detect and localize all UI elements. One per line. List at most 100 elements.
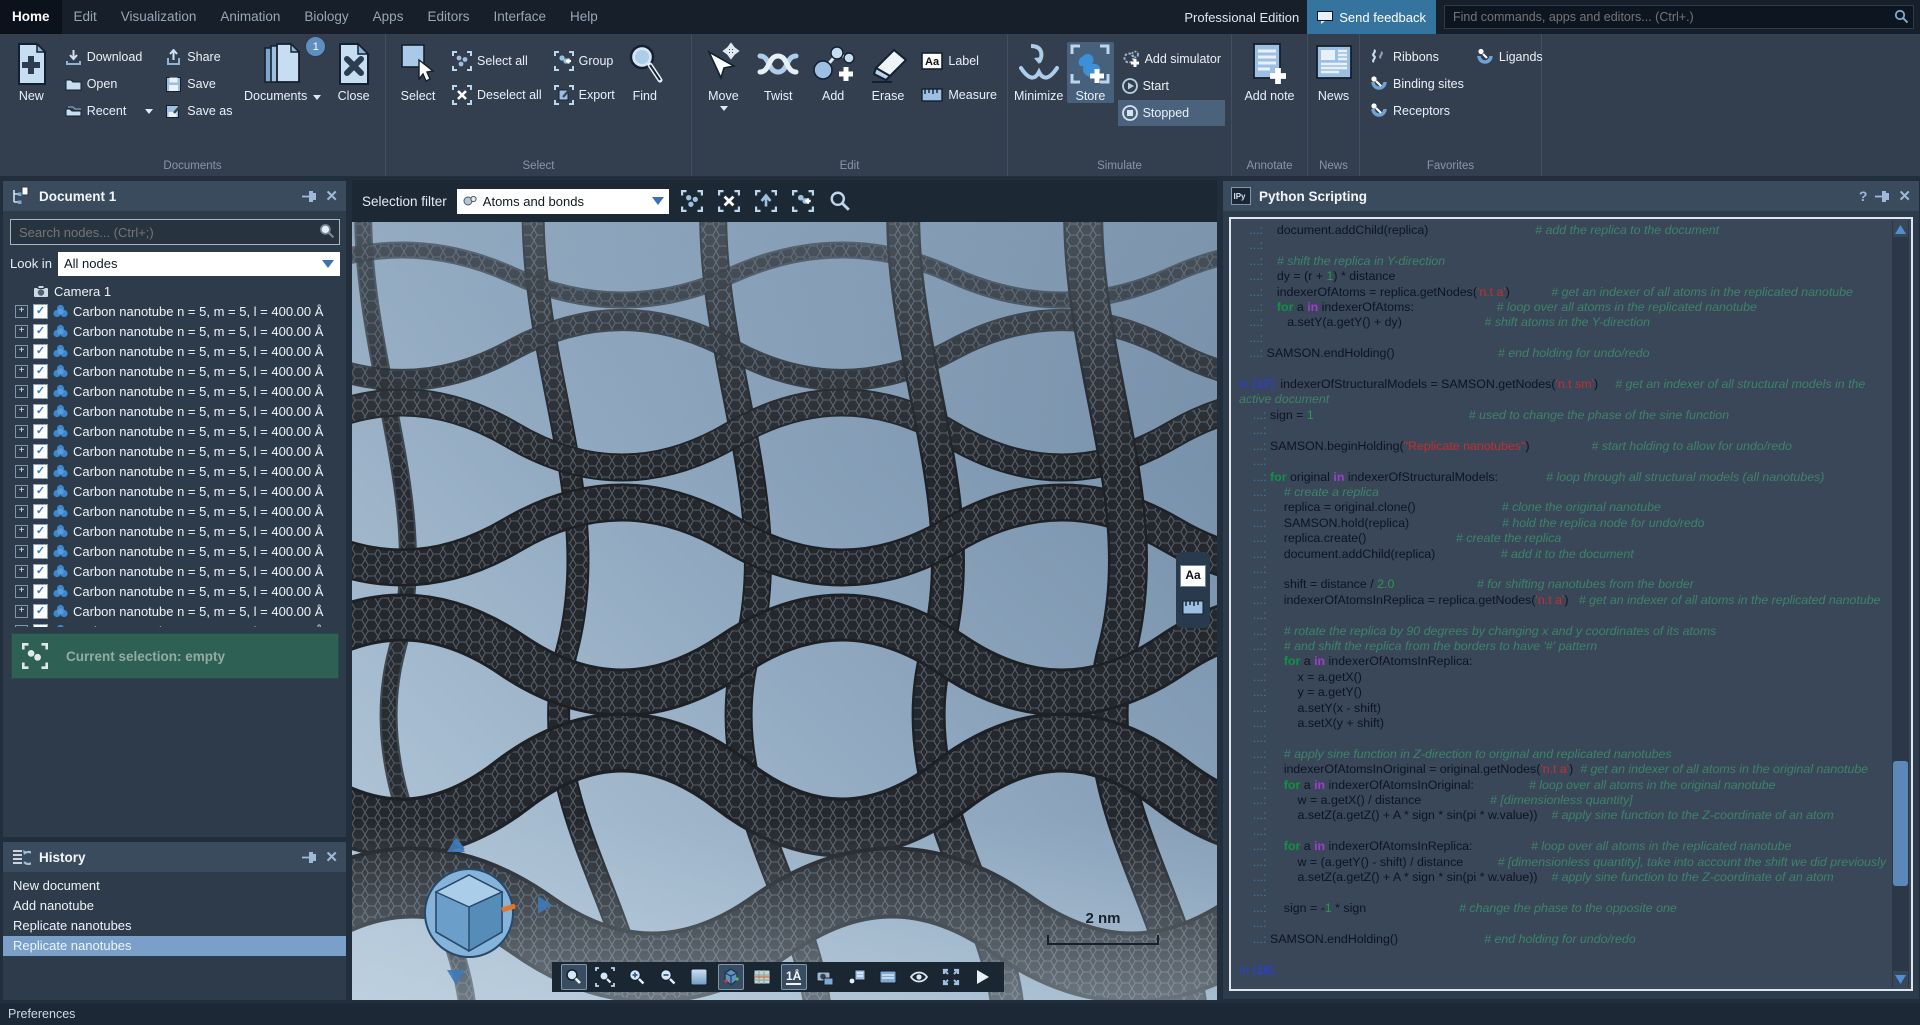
- view-cube-button[interactable]: [718, 964, 744, 990]
- tree-row-nanotube[interactable]: +✓Carbon nanotube n = 5, m = 5, l = 400.…: [3, 321, 346, 341]
- tree-row-nanotube[interactable]: +✓Carbon nanotube n = 5, m = 5, l = 400.…: [3, 601, 346, 621]
- group-button[interactable]: Group: [550, 48, 619, 74]
- expander-icon[interactable]: +: [15, 545, 28, 558]
- tree-row-nanotube[interactable]: +✓Carbon nanotube n = 5, m = 5, l = 400.…: [3, 541, 346, 561]
- scroll-down-button[interactable]: [1893, 971, 1908, 987]
- history-item[interactable]: Replicate nanotubes: [3, 936, 346, 956]
- measure-button[interactable]: Measure: [917, 82, 1001, 108]
- visibility-checkbox[interactable]: ✓: [33, 424, 48, 439]
- expander-icon[interactable]: +: [15, 305, 28, 318]
- visibility-checkbox[interactable]: ✓: [33, 544, 48, 559]
- visibility-checkbox[interactable]: ✓: [33, 404, 48, 419]
- expander-icon[interactable]: +: [15, 505, 28, 518]
- expander-icon[interactable]: +: [15, 465, 28, 478]
- recent-dropdown-caret[interactable]: [145, 109, 153, 114]
- menu-tab-animation[interactable]: Animation: [208, 0, 292, 34]
- tree-row-nanotube[interactable]: +✓Carbon nanotube n = 5, m = 5, l = 400.…: [3, 301, 346, 321]
- play-button[interactable]: [969, 964, 995, 990]
- export-button[interactable]: Export: [550, 82, 619, 108]
- tree-row-nanotube[interactable]: +✓Carbon nanotube n = 5, m = 5, l = 400.…: [3, 361, 346, 381]
- viewport-3d[interactable]: Selection filter Atoms and bonds: [352, 180, 1217, 1000]
- visibility-checkbox[interactable]: ✓: [33, 324, 48, 339]
- expander-icon[interactable]: +: [15, 445, 28, 458]
- share-button[interactable]: Share: [161, 44, 236, 70]
- tree-row-nanotube[interactable]: +✓Carbon nanotube n = 5, m = 5, l = 400.…: [3, 521, 346, 541]
- add-note-button[interactable]: Add note: [1239, 42, 1301, 103]
- viewport-group-button[interactable]: [790, 188, 817, 215]
- menu-tab-help[interactable]: Help: [558, 0, 610, 34]
- background-button[interactable]: [686, 964, 712, 990]
- python-code[interactable]: ...: document.addChild(replica) # add th…: [1239, 223, 1889, 985]
- expander-icon[interactable]: +: [15, 605, 28, 618]
- expander-icon[interactable]: +: [15, 405, 28, 418]
- python-scrollbar[interactable]: [1892, 221, 1909, 987]
- history-panel-header[interactable]: History ✕: [3, 842, 346, 872]
- command-search-input[interactable]: [1444, 5, 1914, 29]
- history-item[interactable]: Add nanotube: [3, 896, 346, 916]
- send-feedback-button[interactable]: Send feedback: [1307, 0, 1436, 34]
- zoom-in-button[interactable]: [624, 964, 650, 990]
- erase-button[interactable]: Erase: [863, 42, 914, 103]
- zoom-fit-button[interactable]: [561, 964, 587, 990]
- node-search-input[interactable]: [10, 219, 340, 245]
- visibility-checkbox[interactable]: ✓: [33, 444, 48, 459]
- tree-row-nanotube[interactable]: +✓Carbon nanotube n = 5, m = 5, l = 400.…: [3, 341, 346, 361]
- viewport-measure-button[interactable]: [1182, 599, 1204, 615]
- tree-row-camera[interactable]: Camera 1: [3, 281, 346, 301]
- visibility-checkbox[interactable]: ✓: [33, 304, 48, 319]
- expander-icon[interactable]: +: [15, 625, 28, 628]
- tree-row-nanotube[interactable]: +✓Carbon nanotube n = 5, m = 5, l = 400.…: [3, 401, 346, 421]
- expander-icon[interactable]: +: [15, 425, 28, 438]
- save-button[interactable]: Save: [161, 71, 236, 97]
- menu-tab-apps[interactable]: Apps: [361, 0, 416, 34]
- store-button[interactable]: Store: [1067, 42, 1113, 103]
- expander-icon[interactable]: +: [15, 565, 28, 578]
- find-button[interactable]: Find: [623, 42, 667, 103]
- python-pin-icon[interactable]: [1875, 190, 1890, 203]
- python-close-icon[interactable]: ✕: [1898, 187, 1911, 205]
- python-panel-header[interactable]: IPy Python Scripting ? ✕: [1223, 181, 1919, 211]
- zoom-selection-button[interactable]: [592, 964, 618, 990]
- viewport-find-button[interactable]: [827, 188, 854, 215]
- select-all-button[interactable]: Select all: [448, 48, 546, 74]
- history-close-icon[interactable]: ✕: [325, 848, 338, 866]
- grid-button[interactable]: [749, 964, 775, 990]
- tree-row-nanotube[interactable]: +✓Carbon nanotube n = 5, m = 5, l = 400.…: [3, 501, 346, 521]
- receptors-button[interactable]: Receptors: [1366, 98, 1468, 124]
- new-button[interactable]: New: [6, 42, 57, 103]
- visibility-checkbox[interactable]: ✓: [33, 524, 48, 539]
- tree-row-nanotube[interactable]: +✓Carbon nanotube n = 5, m = 5, l = 400.…: [3, 461, 346, 481]
- history-item[interactable]: Replicate nanotubes: [3, 916, 346, 936]
- viewport-deselect-button[interactable]: [716, 188, 743, 215]
- snapshot-button[interactable]: [812, 964, 838, 990]
- pin-icon[interactable]: [302, 190, 317, 203]
- tree-row-nanotube[interactable]: +✓Carbon nanotube n = 5, m = 5, l = 400.…: [3, 561, 346, 581]
- save-as-button[interactable]: Save as: [161, 98, 236, 124]
- scrollbar-thumb[interactable]: [1893, 761, 1908, 886]
- news-button[interactable]: News: [1311, 42, 1357, 103]
- visibility-button[interactable]: [906, 964, 932, 990]
- menu-tab-biology[interactable]: Biology: [292, 0, 360, 34]
- command-search[interactable]: [1444, 5, 1914, 29]
- visibility-checkbox[interactable]: ✓: [33, 584, 48, 599]
- tree-row-nanotube[interactable]: +✓Carbon nanotube n = 5, m = 5, l = 400.…: [3, 381, 346, 401]
- visibility-checkbox[interactable]: ✓: [33, 364, 48, 379]
- ribbons-button[interactable]: Ribbons: [1366, 44, 1468, 70]
- viewport-label-button[interactable]: Aa: [1180, 565, 1206, 587]
- visibility-checkbox[interactable]: ✓: [33, 384, 48, 399]
- visibility-checkbox[interactable]: ✓: [33, 464, 48, 479]
- zoom-out-button[interactable]: [655, 964, 681, 990]
- selection-filter-combo[interactable]: Atoms and bonds: [457, 189, 669, 214]
- presentation-button[interactable]: [844, 964, 870, 990]
- stopped-button[interactable]: Stopped: [1118, 100, 1225, 126]
- select-button[interactable]: Select: [392, 42, 444, 103]
- binding-sites-button[interactable]: Binding sites: [1366, 71, 1468, 97]
- move-button[interactable]: Move: [698, 42, 749, 111]
- menu-tab-home[interactable]: Home: [0, 0, 62, 34]
- add-simulator-button[interactable]: Add simulator: [1118, 46, 1225, 72]
- deselect-all-button[interactable]: Deselect all: [448, 82, 546, 108]
- recent-button[interactable]: Recent: [61, 98, 158, 124]
- preferences-button[interactable]: Preferences: [8, 1007, 75, 1021]
- tree-row-nanotube[interactable]: +✓Carbon nanotube n = 5, m = 5, l = 400.…: [3, 581, 346, 601]
- expander-icon[interactable]: +: [15, 325, 28, 338]
